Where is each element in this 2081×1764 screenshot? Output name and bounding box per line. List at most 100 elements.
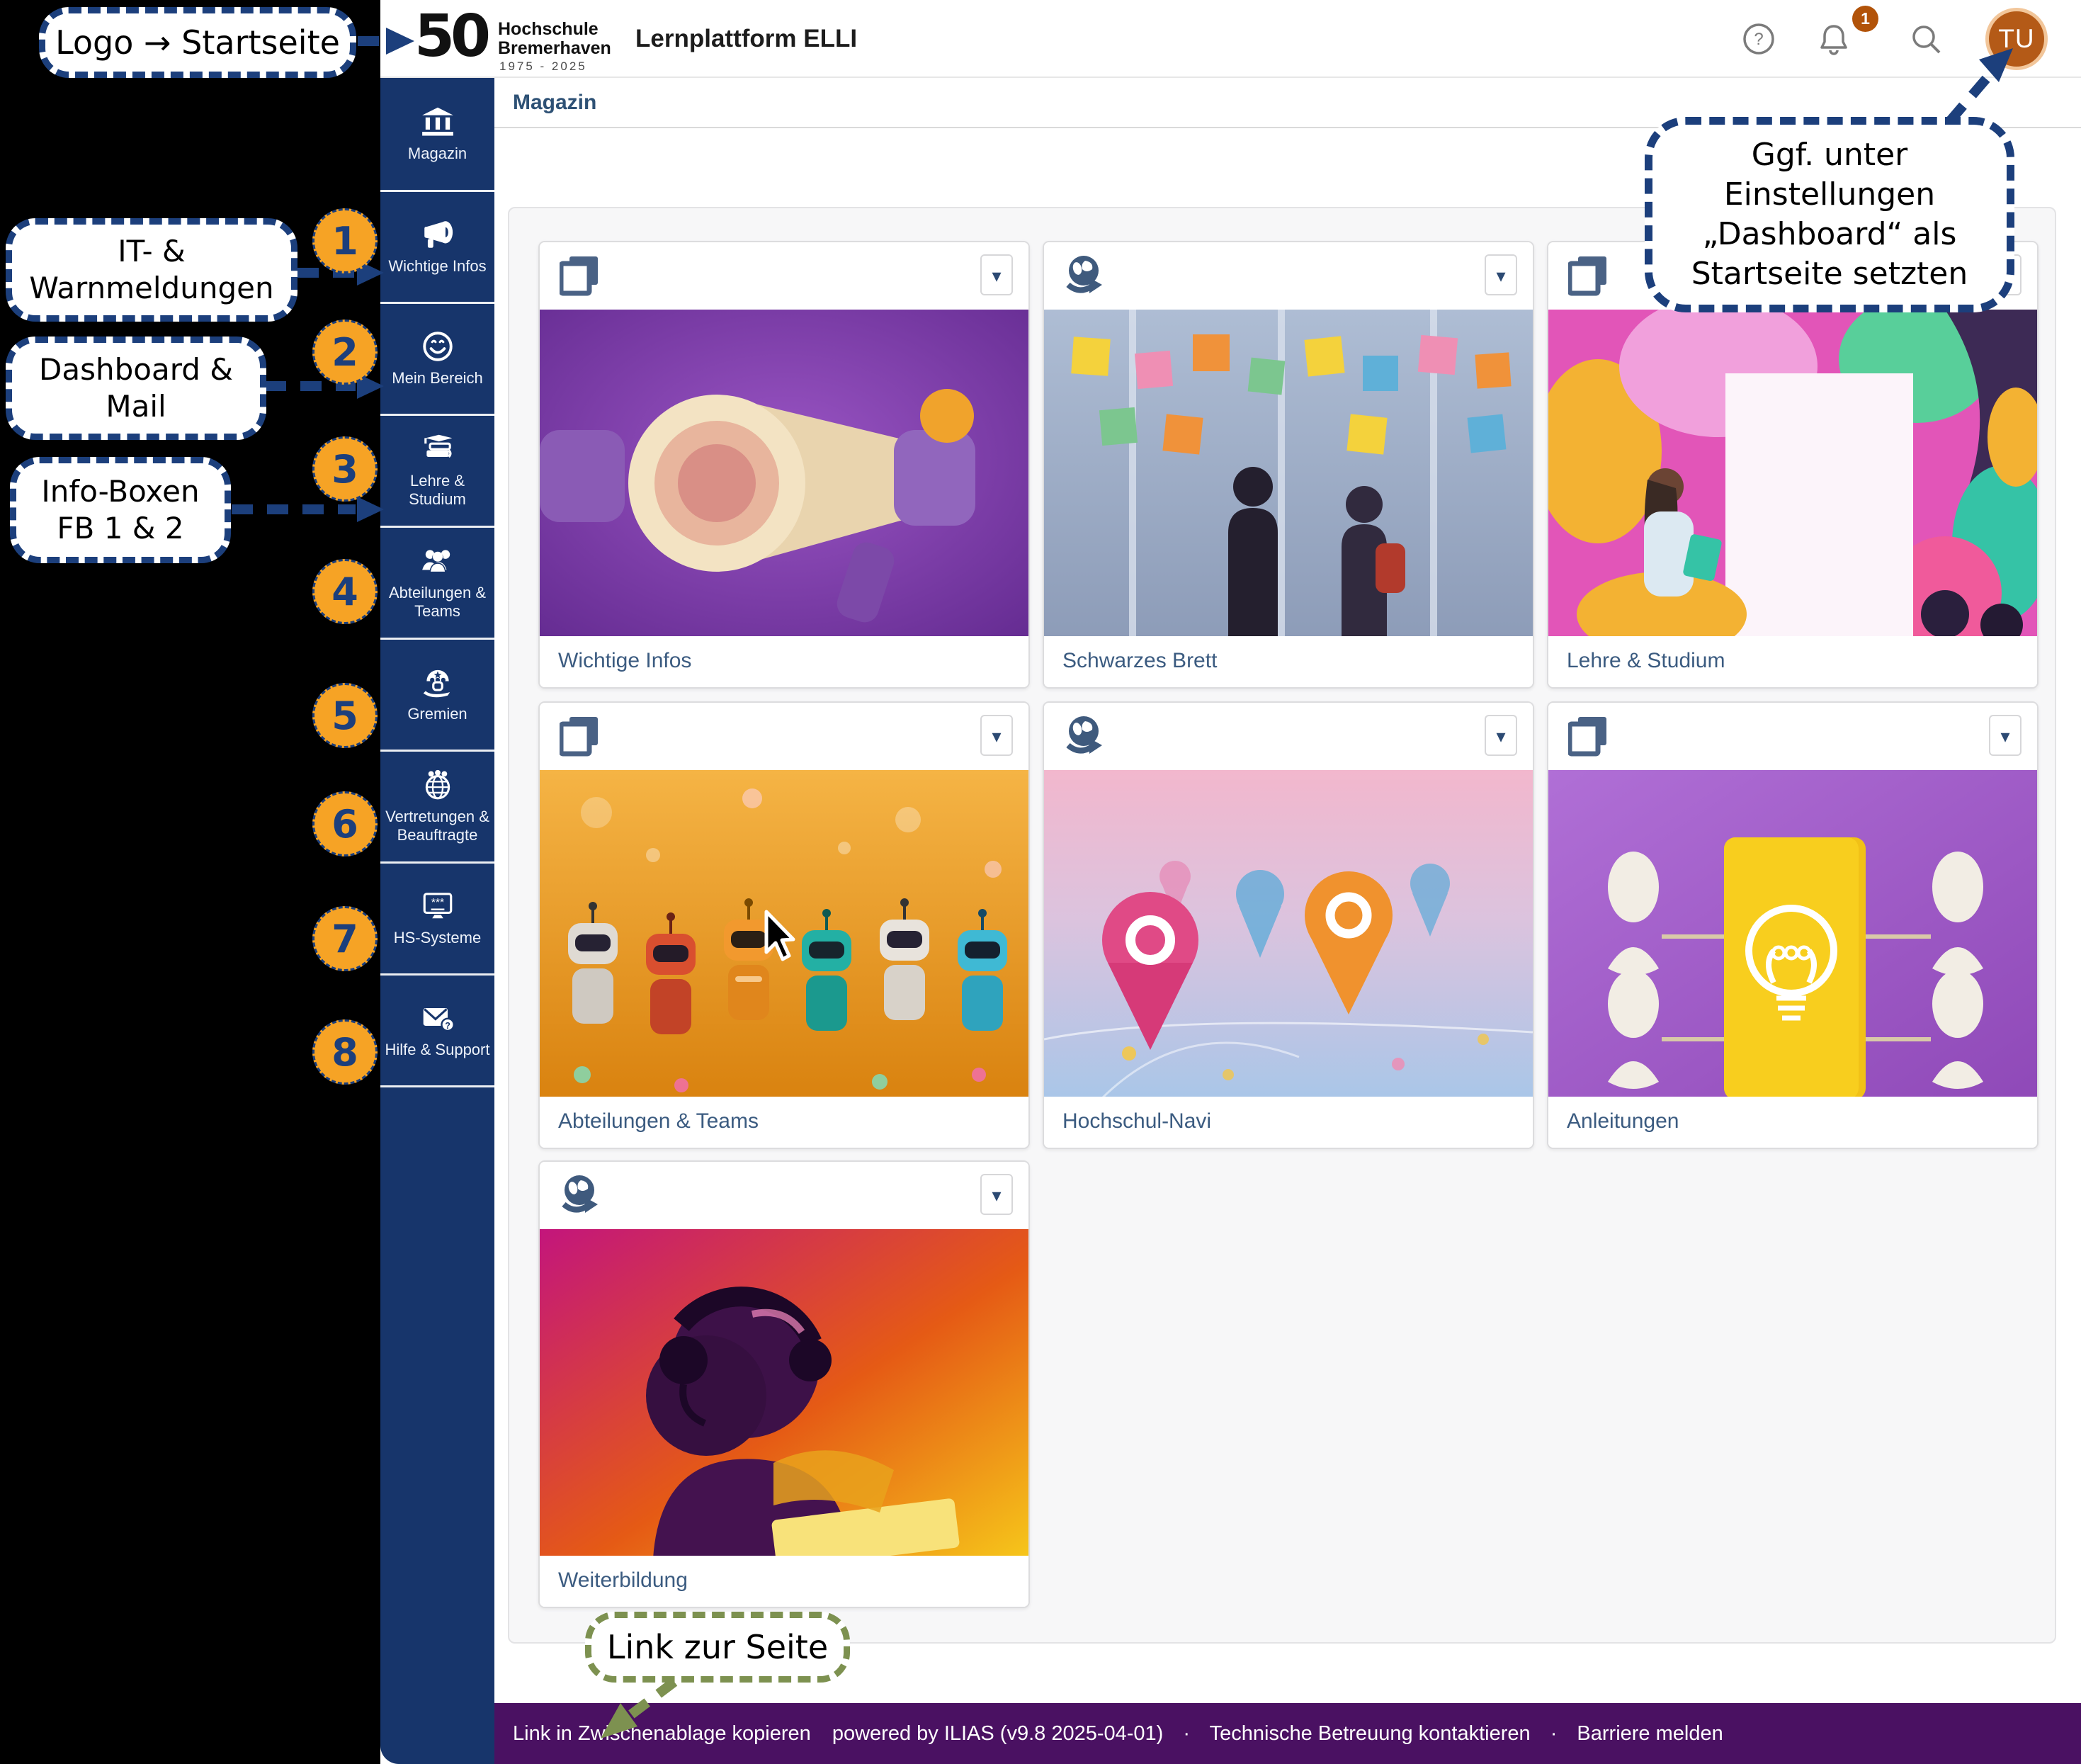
tile-anleitungen: ▾ Anleitungen xyxy=(1547,701,2039,1149)
tile-actions-dropdown[interactable]: ▾ xyxy=(1485,254,1517,295)
note-dashboard-mail: Dashboard & Mail xyxy=(6,337,266,440)
caret-down-icon: ▾ xyxy=(1496,725,1505,747)
tile-actions-dropdown[interactable]: ▾ xyxy=(980,1174,1013,1215)
university-logo[interactable]: 50 Hochschule Bremerhaven 1975 - 2025 xyxy=(414,4,641,75)
svg-text:***: *** xyxy=(431,897,443,909)
people-icon xyxy=(420,545,455,577)
tile-actions-dropdown[interactable]: ▾ xyxy=(980,715,1013,756)
tile-title[interactable]: Anleitungen xyxy=(1548,1097,2037,1148)
smiley-icon xyxy=(420,330,455,363)
bank-icon xyxy=(420,106,455,138)
logo-line2: Bremerhaven xyxy=(498,38,611,58)
sidebar-label: Wichtige Infos xyxy=(384,257,492,276)
sidebar-item-hs-systeme[interactable]: *** HS-Systeme xyxy=(380,861,494,973)
caret-down-icon: ▾ xyxy=(1496,265,1505,286)
mail-help-icon: ? xyxy=(420,1002,455,1034)
tile-image-megaphone[interactable] xyxy=(540,310,1028,639)
tile-image-learner[interactable] xyxy=(540,1229,1028,1559)
caret-down-icon: ▾ xyxy=(2000,725,2009,747)
logo-years: 1975 - 2025 xyxy=(499,60,587,74)
main-sidebar: Magazin Wichtige Infos Mein Bereich Lehr… xyxy=(380,78,494,1764)
tile-title[interactable]: Lehre & Studium xyxy=(1548,636,2037,687)
tile-title[interactable]: Abteilungen & Teams xyxy=(540,1097,1028,1148)
caret-down-icon: ▾ xyxy=(992,265,1001,286)
sidebar-label: Hilfe & Support xyxy=(384,1041,492,1059)
sidebar-label: Lehre & Studium xyxy=(384,472,492,509)
footer-separator: · xyxy=(1183,1722,1190,1745)
tile-image-presentation[interactable] xyxy=(1548,310,2037,639)
note-it-warnmeldungen: IT- & Warnmeldungen xyxy=(6,218,297,322)
sidebar-label: Gremien xyxy=(384,705,492,723)
note-logo-startseite: Logo → Startseite xyxy=(39,7,356,78)
note-infoboxen: Info-Boxen FB 1 & 2 xyxy=(10,457,231,563)
sidebar-label: Abteilungen & Teams xyxy=(384,584,492,621)
tile-hochschul-navi: ▾ Hochschul-Navi xyxy=(1043,701,1534,1149)
report-barrier-link[interactable]: Barriere melden xyxy=(1577,1722,1723,1745)
footer-separator: · xyxy=(1550,1722,1558,1745)
sidebar-item-vertretungen[interactable]: Vertretungen & Beauftragte xyxy=(380,750,494,861)
weblink-icon xyxy=(560,1175,599,1216)
tile-actions-dropdown[interactable]: ▾ xyxy=(980,254,1013,295)
megaphone-icon xyxy=(420,218,455,251)
copy-link-button[interactable]: Link in Zwischenablage kopieren xyxy=(513,1722,811,1745)
tile-wichtige-infos: ▾ Wichtige Infos xyxy=(538,241,1030,689)
logo-50-mark: 50 xyxy=(414,3,487,70)
support-contact-link[interactable]: Technische Betreuung kontaktieren xyxy=(1210,1722,1531,1745)
note-link-zur-seite: Link zur Seite xyxy=(585,1612,850,1683)
footer-bar: Link in Zwischenablage kopieren powered … xyxy=(494,1703,2081,1764)
powered-by-text: powered by ILIAS (v9.8 2025-04-01) xyxy=(832,1722,1164,1745)
help-icon[interactable]: ? xyxy=(1742,22,1776,56)
sidebar-label: Vertretungen & Beauftragte xyxy=(384,808,492,844)
books-icon xyxy=(420,433,455,465)
tile-title[interactable]: Schwarzes Brett xyxy=(1044,636,1533,687)
tile-title[interactable]: Hochschul-Navi xyxy=(1044,1097,1533,1148)
tile-actions-dropdown[interactable]: ▾ xyxy=(1485,715,1517,756)
step-badge-7: 7 xyxy=(312,906,378,971)
tile-image-robots[interactable] xyxy=(540,770,1028,1099)
step-badge-1: 1 xyxy=(312,208,378,273)
sidebar-item-hilfe-support[interactable]: ? Hilfe & Support xyxy=(380,973,494,1085)
sidebar-label: HS-Systeme xyxy=(384,929,492,947)
step-badge-6: 6 xyxy=(312,791,378,856)
sidebar-label: Mein Bereich xyxy=(384,369,492,388)
step-badge-2: 2 xyxy=(312,320,378,385)
sidebar-item-gremien[interactable]: Gremien xyxy=(380,638,494,750)
tile-image-pinboard[interactable] xyxy=(1044,310,1533,639)
search-icon[interactable] xyxy=(1909,22,1943,56)
folder-icon xyxy=(560,255,599,296)
logo-line1: Hochschule xyxy=(498,19,599,39)
sidebar-item-abteilungen-teams[interactable]: Abteilungen & Teams xyxy=(380,526,494,638)
tile-title[interactable]: Weiterbildung xyxy=(540,1556,1028,1607)
sidebar-item-mein-bereich[interactable]: Mein Bereich xyxy=(380,302,494,414)
committee-icon xyxy=(420,666,455,699)
page-title: Lernplattform ELLI xyxy=(635,0,857,78)
svg-text:?: ? xyxy=(445,1021,450,1031)
folder-icon xyxy=(1568,716,1608,757)
tile-image-idea-network[interactable] xyxy=(1548,770,2037,1099)
svg-text:?: ? xyxy=(1754,30,1763,49)
sidebar-divider xyxy=(380,1085,494,1087)
notification-count-badge: 1 xyxy=(1852,6,1878,32)
sidebar-item-magazin[interactable]: Magazin xyxy=(380,78,494,190)
step-badge-8: 8 xyxy=(312,1019,378,1085)
note-dashboard-startseite: Ggf. unter Einstellungen „Dashboard“ als… xyxy=(1645,117,2014,312)
notifications-bell-icon[interactable] xyxy=(1817,22,1851,56)
sidebar-item-wichtige-infos[interactable]: Wichtige Infos xyxy=(380,190,494,302)
weblink-icon xyxy=(1064,255,1104,296)
tile-image-map-pins[interactable] xyxy=(1044,770,1533,1099)
globe-people-icon xyxy=(420,769,455,801)
step-badge-5: 5 xyxy=(312,683,378,748)
tile-weiterbildung: ▾ Weiterbildung xyxy=(538,1160,1030,1608)
tile-abteilungen-teams: ▾ Abteilungen & Teams xyxy=(538,701,1030,1149)
tile-title[interactable]: Wichtige Infos xyxy=(540,636,1028,687)
weblink-icon xyxy=(1064,716,1104,757)
user-avatar[interactable]: TU xyxy=(1985,8,2048,70)
monitor-icon: *** xyxy=(420,890,455,922)
sidebar-item-lehre-studium[interactable]: Lehre & Studium xyxy=(380,414,494,526)
tile-actions-dropdown[interactable]: ▾ xyxy=(1989,715,2022,756)
folder-icon xyxy=(560,716,599,757)
folder-icon xyxy=(1568,255,1608,296)
breadcrumb-magazin[interactable]: Magazin xyxy=(513,78,596,127)
caret-down-icon: ▾ xyxy=(992,1185,1001,1206)
sidebar-label: Magazin xyxy=(384,145,492,163)
